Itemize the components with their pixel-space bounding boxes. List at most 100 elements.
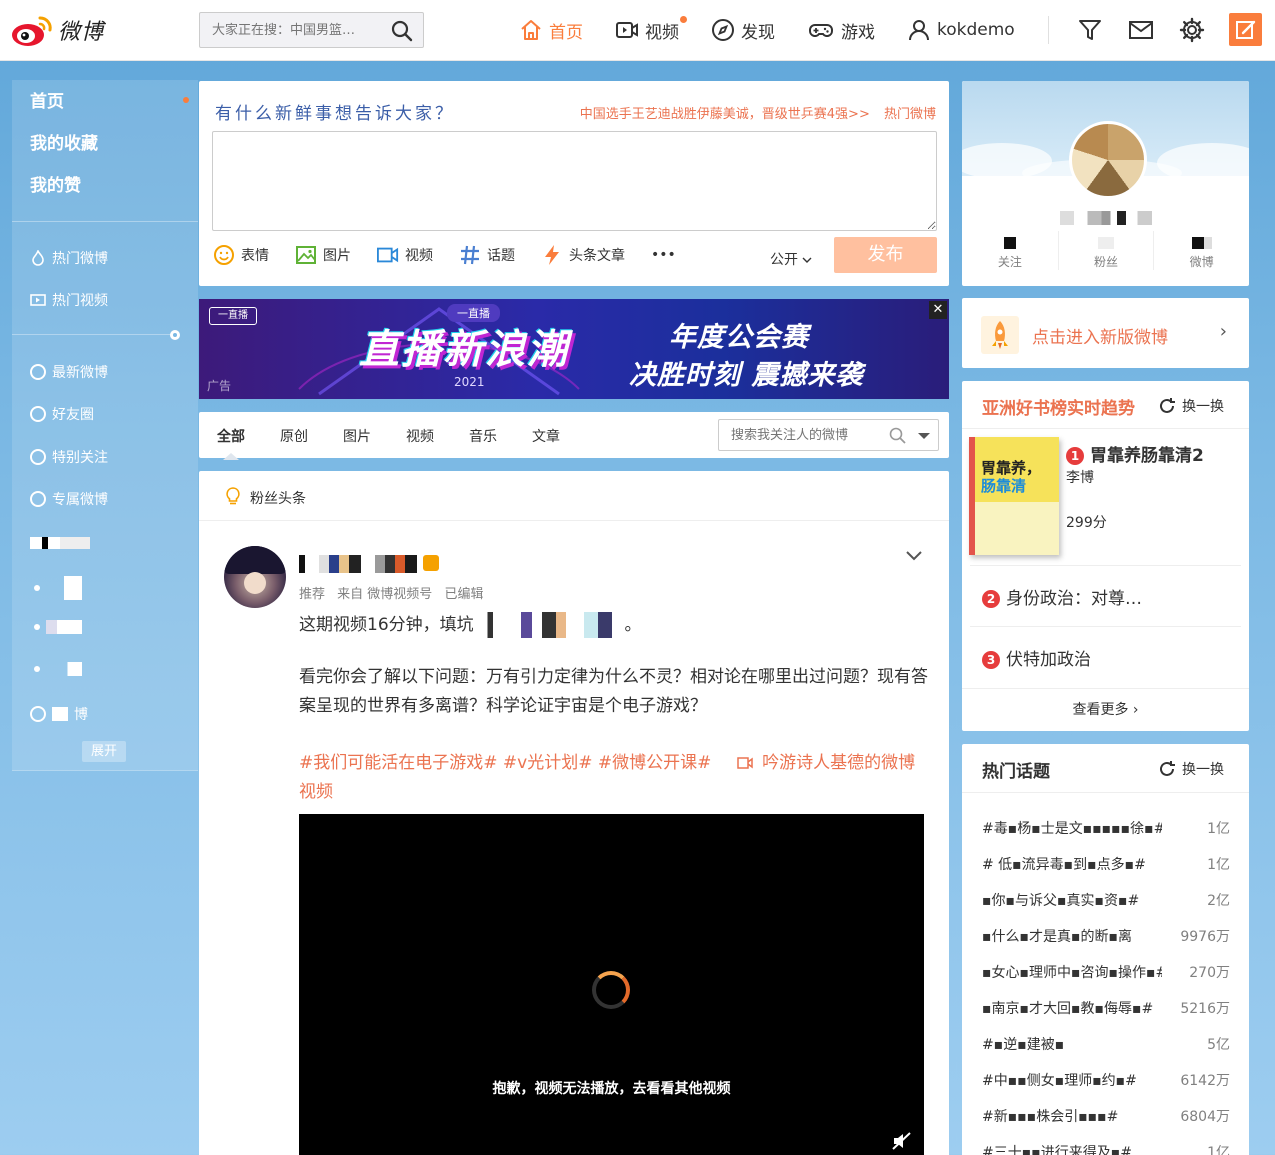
emoji-button[interactable]: 表情 [213,244,269,266]
post-recommend-tag: 推荐 [299,587,326,602]
sidebar-item-special[interactable]: 特别关注 [30,447,108,467]
hot-topic-row[interactable]: #毒▪杨▪士是文▪▪▪▪▪徐▪# 1亿 [982,818,1230,840]
weibo-logo[interactable]: 微博 [10,12,104,48]
composer-textarea[interactable] [212,131,937,231]
sidebar-divider [12,221,198,222]
book-item-3[interactable]: 3 伏特加政治 [982,645,1091,670]
search-icon[interactable] [889,427,906,444]
hot-topic-row[interactable]: ▪女心▪理师中▪咨询▪操作▪# 270万 [982,962,1230,984]
sidebar-item-hot-weibo[interactable]: 热门微博 [30,248,108,268]
video-player[interactable]: 抱歉，视频无法播放，去看看其他视频 [299,814,924,1155]
filter-icon[interactable] [1076,16,1104,44]
followed-search-input[interactable] [719,420,884,450]
profile-avatar[interactable] [1069,121,1147,199]
book-title: 身份政治：对尊… [1006,589,1142,609]
hot-weibo-link[interactable]: 热门微博 [884,107,936,122]
sidebar-item-exclusive[interactable]: 专属微博 [30,489,108,509]
sidebar-item-redacted-4[interactable] [30,662,82,676]
stat-posts[interactable]: 微博 [1153,231,1249,270]
book-item-2[interactable]: 2 身份政治：对尊… [982,584,1142,609]
hashtag-links[interactable]: #我们可能活在电子游戏# #v光计划# #微博公开课# [299,753,711,773]
hot-topic-row[interactable]: #三十▪▪进行来得及▪# 1亿 [982,1142,1230,1155]
topic-button[interactable]: 话题 [459,244,515,266]
hot-topic-row[interactable]: ▪什么▪才是真▪的断▪离 9976万 [982,926,1230,948]
sidebar-item-redacted-3[interactable] [30,620,82,634]
search-dropdown-icon[interactable] [918,433,930,439]
tab-articles[interactable]: 文章 [532,426,560,446]
topics-refresh-button[interactable]: 换一换 [1158,759,1224,779]
sidebar-item-favorites[interactable]: 我的收藏 [30,132,198,174]
chevron-down-icon[interactable] [905,549,923,563]
rank-badge: 2 [982,590,1000,608]
sidebar-item-latest[interactable]: 最新微博 [30,362,108,382]
sidebar-item-likes[interactable]: 我的赞 [30,174,198,216]
loading-spinner-icon [592,971,630,1009]
tab-videos[interactable]: 视频 [406,426,434,446]
play-icon [30,294,46,306]
hot-headline-link[interactable]: 中国选手王艺迪战胜伊藤美诚，晋级世乒赛4强>> [580,107,870,122]
stat-followers[interactable]: 粉丝 [1057,231,1154,270]
hot-topic-row[interactable]: ▪南京▪才大回▪教▪侮辱▪# 5216万 [982,998,1230,1020]
nav-home[interactable]: 首页 [519,18,583,43]
lightning-icon [545,245,559,265]
mute-icon[interactable] [892,1132,912,1150]
book-ranking-card: 亚洲好书榜实时趋势 换一换 胃靠养， 肠靠清 1 胃靠养肠靠清2 李博 299分 … [962,381,1249,731]
hot-topic-row[interactable]: ▪你▪与诉父▪真实▪资▪# 2亿 [982,890,1230,912]
avatar-face-shape [244,572,266,594]
nav-discover[interactable]: 发现 [711,18,775,43]
book-cover-image[interactable]: 胃靠养， 肠靠清 [969,437,1059,555]
video-label: 视频 [405,248,433,264]
post-author-name[interactable] [299,555,449,573]
global-search-input[interactable] [200,13,380,47]
mail-icon[interactable] [1127,16,1155,44]
sidebar-item-redacted-5[interactable]: 博 [30,704,88,724]
book-item-1-title[interactable]: 1 胃靠养肠靠清2 [1066,441,1204,466]
banner-year: 2021 [454,375,485,389]
settings-gear-icon[interactable] [167,327,183,343]
stat-following[interactable]: 关注 [962,231,1058,270]
gear-icon[interactable] [1178,16,1206,44]
nav-games[interactable]: 游戏 [807,18,875,43]
feed-card: 粉丝头条 推荐 来自 微博视频号 已编辑 这期视频16分钟，填坑 。 看完你会了… [199,471,949,1155]
tab-all[interactable]: 全部 [217,426,245,446]
image-button[interactable]: 图片 [295,244,351,266]
profile-name[interactable] [1060,211,1152,225]
sidebar-item-label: 特别关注 [52,450,108,466]
sidebar-item-redacted-2[interactable] [30,576,82,600]
post-source[interactable]: 来自 微博视频号 [337,587,432,602]
search-icon[interactable] [391,20,413,42]
new-version-card[interactable]: 点击进入新版微博 › [962,298,1249,368]
nav-profile[interactable]: kokdemo [907,18,1015,42]
sidebar-item-redacted-1[interactable] [30,537,90,549]
stat-number [962,231,1058,251]
close-ad-button[interactable]: ✕ [929,301,947,319]
post-author-avatar[interactable] [224,546,286,608]
ad-banner[interactable]: 一直播 一直播 直播新浪潮 2021 年度公会赛 决胜时刻 震撼来袭 广告 ✕ [199,299,949,399]
sidebar-expand-button[interactable]: 展开 [82,741,126,762]
hot-topic-count: 5216万 [1180,1001,1230,1017]
post-button[interactable]: 发布 [834,237,937,273]
tab-music[interactable]: 音乐 [469,426,497,446]
hot-topic-row[interactable]: # 低▪流异毒▪到▪点多▪# 1亿 [982,854,1230,876]
compose-button[interactable] [1229,13,1262,46]
more-button[interactable]: ••• [651,247,676,263]
tab-images[interactable]: 图片 [343,426,371,446]
sidebar-item-hot-video[interactable]: 热门视频 [30,290,108,310]
article-button[interactable]: 头条文章 [541,244,625,266]
view-more-link[interactable]: 查看更多 › [962,699,1249,719]
main-nav: 首页 视频 发现 游戏 kokdemo [519,14,1047,46]
sidebar-item-home[interactable]: 首页 [30,90,198,132]
bullet-icon [34,624,40,630]
video-button[interactable]: 视频 [377,244,433,266]
hot-topic-count: 6804万 [1180,1109,1230,1125]
sidebar-divider [12,334,172,335]
hot-topic-row[interactable]: #▪逆▪建被▪ 5亿 [982,1034,1230,1056]
book-refresh-button[interactable]: 换一换 [1158,396,1224,416]
tab-original[interactable]: 原创 [280,426,308,446]
hot-topic-row[interactable]: #新▪▪▪株会引▪▪▪# 6804万 [982,1106,1230,1128]
nav-video[interactable]: 视频 [615,15,687,43]
fans-headline-label: 粉丝头条 [250,491,306,507]
visibility-select[interactable]: 公开 [770,249,812,269]
hot-topic-row[interactable]: #中▪▪侧女▪理师▪约▪# 6142万 [982,1070,1230,1092]
sidebar-item-friends[interactable]: 好友圈 [30,404,94,424]
